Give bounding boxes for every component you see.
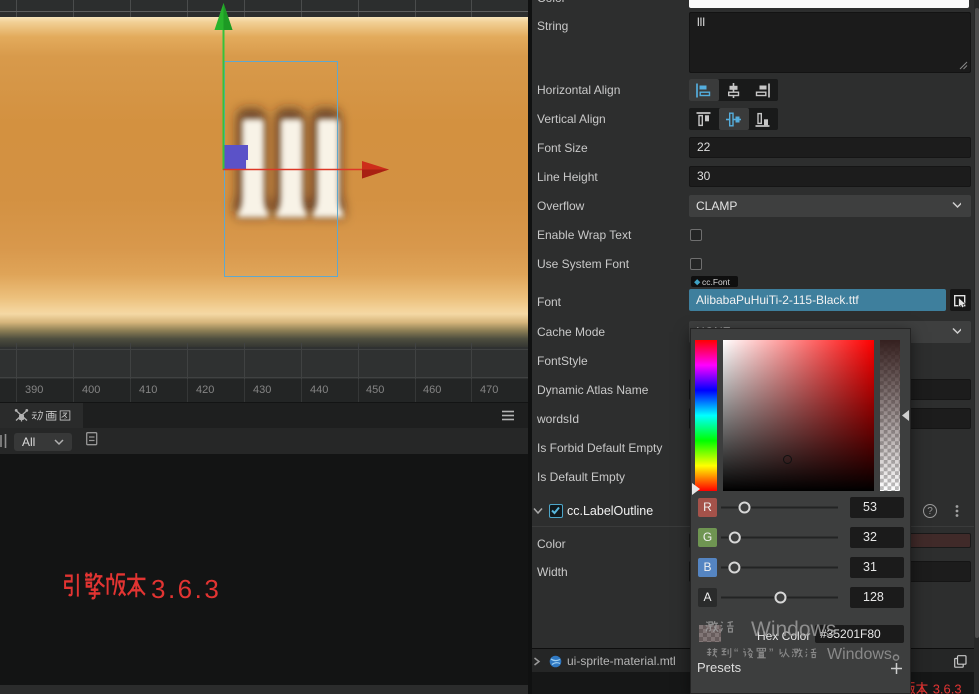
svg-text:3.6.3: 3.6.3 — [933, 681, 962, 694]
svg-text:3.6.3: 3.6.3 — [151, 574, 221, 603]
